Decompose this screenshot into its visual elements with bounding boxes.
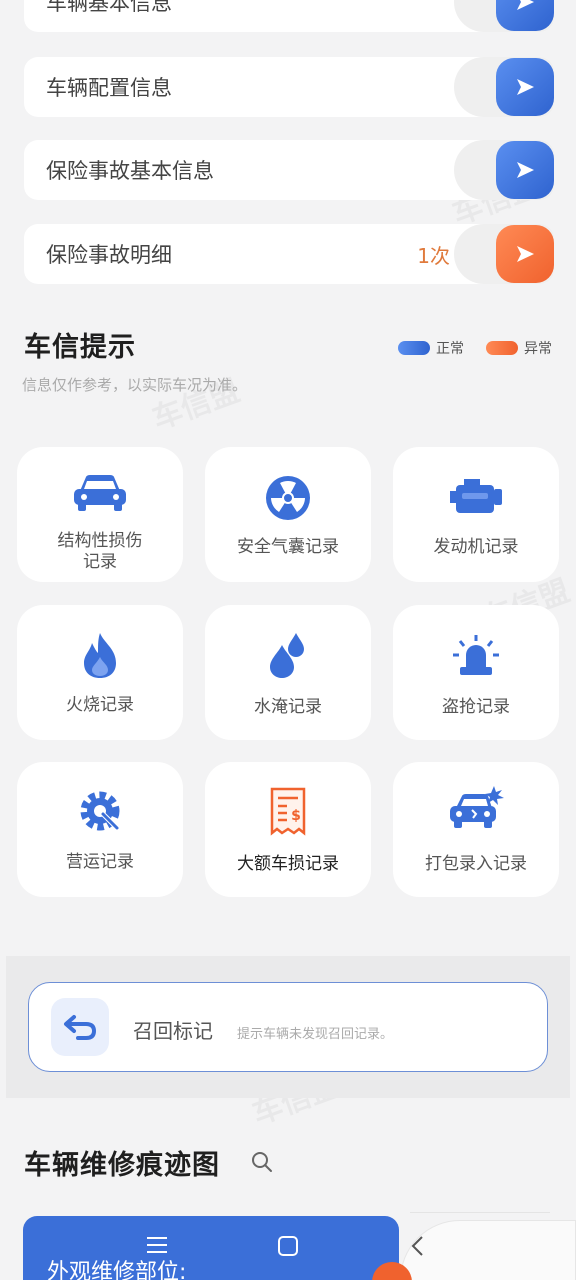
record-card-fire[interactable]: 火烧记录 — [17, 605, 183, 740]
airbag-icon — [266, 476, 310, 520]
record-card-structural[interactable]: 结构性损伤记录 — [17, 447, 183, 582]
water-drop-icon — [270, 633, 304, 678]
recall-icon-badge — [51, 998, 109, 1056]
menu-nav-button[interactable] — [146, 1236, 168, 1258]
home-square-icon — [278, 1236, 298, 1256]
info-row-insurance-detail[interactable]: 保险事故明细 1次 — [24, 224, 554, 284]
menu-icon — [147, 1237, 167, 1253]
arrow-right-icon — [517, 162, 534, 178]
gear-wrench-icon — [80, 791, 120, 831]
engine-icon — [450, 479, 502, 513]
search-icon[interactable] — [251, 1151, 273, 1173]
return-arrow-icon — [64, 1015, 97, 1040]
record-card-theft[interactable]: 盗抢记录 — [393, 605, 559, 740]
record-card-operation[interactable]: 营运记录 — [17, 762, 183, 897]
legend-normal-swatch — [398, 341, 430, 355]
arrow-right-icon — [517, 79, 534, 95]
repair-panel: 外观维修部位: — [23, 1216, 399, 1280]
fire-icon — [84, 633, 116, 678]
go-arrow-button[interactable] — [496, 141, 554, 199]
legend-abnormal-swatch — [486, 341, 518, 355]
record-label: 火烧记录 — [66, 695, 134, 715]
info-row-label: 保险事故明细 — [46, 243, 172, 267]
tips-subtitle: 信息仅作参考，以实际车况为准。 — [22, 376, 248, 394]
car-diagram — [400, 1220, 576, 1280]
info-row-vehicle-config[interactable]: 车辆配置信息 — [24, 57, 554, 117]
accident-count: 1次 — [417, 243, 450, 268]
record-label: 打包录入记录 — [425, 854, 527, 874]
record-label: 盗抢记录 — [442, 697, 510, 717]
repair-title: 车辆维修痕迹图 — [24, 1150, 220, 1181]
record-label: 安全气囊记录 — [237, 537, 339, 557]
info-row-vehicle-basic[interactable]: 车辆基本信息 — [24, 0, 554, 32]
legend-normal-label: 正常 — [436, 341, 464, 357]
svg-text:$: $ — [291, 808, 301, 824]
legend: 正常 异常 — [398, 338, 552, 358]
car-icon — [74, 475, 126, 511]
record-label: 水淹记录 — [254, 697, 322, 717]
recall-title: 召回标记 — [133, 1019, 213, 1043]
info-row-insurance-basic[interactable]: 保险事故基本信息 — [24, 140, 554, 200]
go-arrow-button[interactable] — [496, 0, 554, 31]
receipt-icon: $ — [270, 787, 306, 836]
legend-abnormal-label: 异常 — [524, 341, 552, 357]
record-card-major-damage[interactable]: $ 大额车损记录 — [205, 762, 371, 897]
recall-note: 提示车辆未发现召回记录。 — [237, 1027, 394, 1042]
info-row-label: 车辆配置信息 — [46, 76, 172, 100]
record-card-bundle-entry[interactable]: 打包录入记录 — [393, 762, 559, 897]
go-arrow-button[interactable] — [496, 225, 554, 283]
go-arrow-button[interactable] — [496, 58, 554, 116]
record-label: 营运记录 — [66, 852, 134, 872]
arrow-right-icon — [517, 0, 534, 10]
divider — [410, 1212, 550, 1213]
info-row-label: 车辆基本信息 — [46, 0, 172, 15]
crashed-car-icon — [450, 786, 504, 828]
record-card-flood[interactable]: 水淹记录 — [205, 605, 371, 740]
home-nav-button[interactable] — [277, 1235, 299, 1261]
record-card-engine[interactable]: 发动机记录 — [393, 447, 559, 582]
tips-title: 车信提示 — [24, 332, 136, 363]
alarm-light-icon — [453, 635, 499, 675]
recall-card[interactable]: 召回标记 提示车辆未发现召回记录。 — [28, 982, 548, 1072]
arrow-right-icon — [517, 246, 534, 262]
back-nav-button[interactable] — [410, 1235, 426, 1261]
back-chevron-icon — [411, 1236, 423, 1256]
record-card-airbag[interactable]: 安全气囊记录 — [205, 447, 371, 582]
info-row-label: 保险事故基本信息 — [46, 159, 214, 183]
record-label: 发动机记录 — [433, 537, 519, 557]
record-label: 结构性损伤记录 — [57, 531, 143, 572]
record-label: 大额车损记录 — [237, 854, 339, 874]
